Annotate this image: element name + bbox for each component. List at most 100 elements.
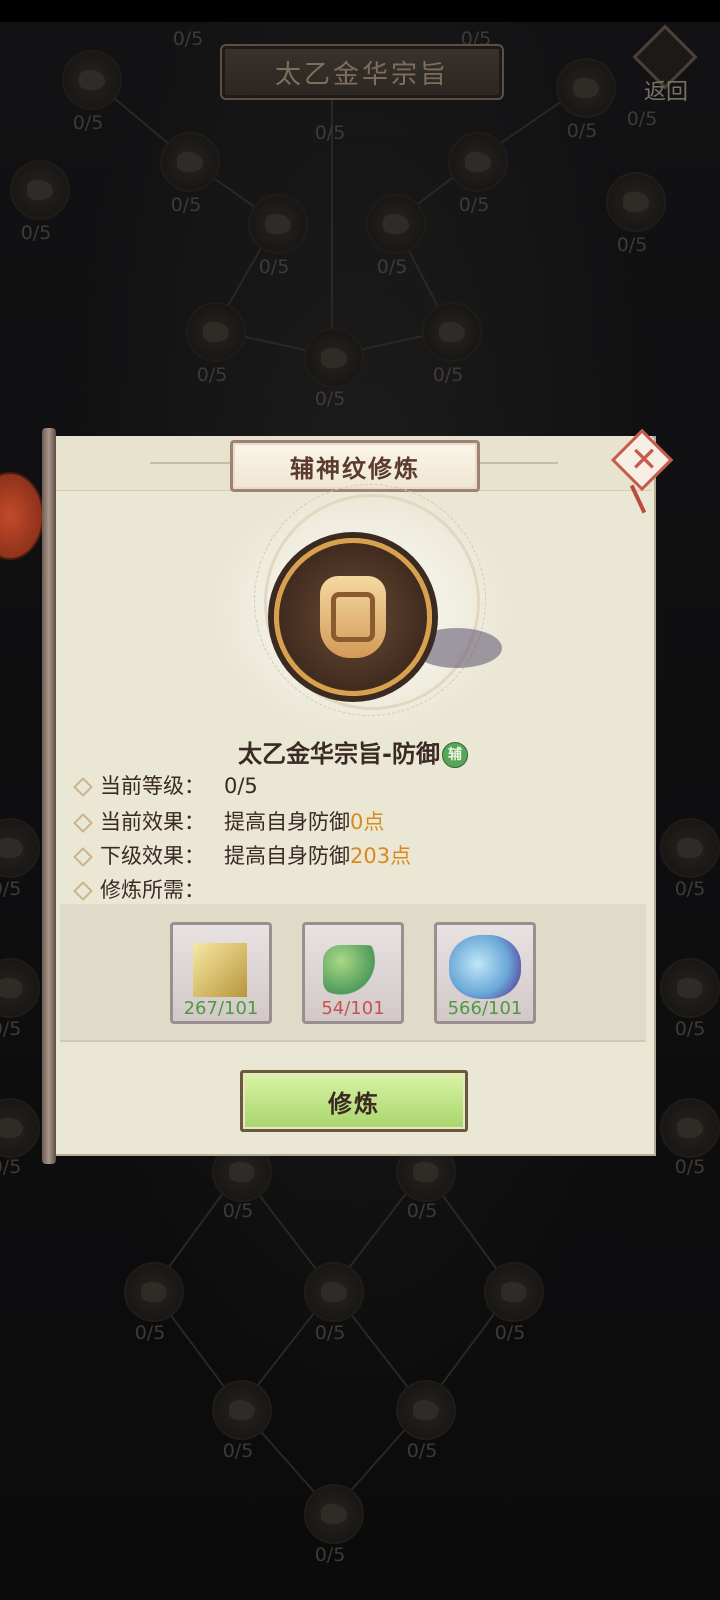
skill-node-icon bbox=[413, 1162, 439, 1182]
requirement-row: 修炼所需： bbox=[73, 874, 224, 904]
back-button[interactable]: 返回 bbox=[632, 24, 702, 105]
header-ornament bbox=[474, 462, 558, 464]
water-spirit-icon bbox=[449, 935, 521, 999]
skill-node[interactable] bbox=[124, 1262, 184, 1322]
skill-node-level: 0/5 bbox=[258, 256, 290, 278]
skill-node-icon bbox=[79, 70, 105, 90]
skill-node-icon bbox=[321, 1504, 347, 1524]
skill-node-icon bbox=[321, 1282, 347, 1302]
skill-node-level: 0/5 bbox=[376, 256, 408, 278]
skill-node-level: 0/5 bbox=[0, 1156, 22, 1178]
skill-node-level: 0/5 bbox=[170, 194, 202, 216]
skill-node[interactable] bbox=[62, 50, 122, 110]
skill-node[interactable] bbox=[304, 1262, 364, 1322]
next-effect-text: 提高自身防御 bbox=[224, 844, 350, 868]
skill-node-level: 0/5 bbox=[458, 194, 490, 216]
skill-node[interactable] bbox=[606, 172, 666, 232]
diamond-bullet-icon bbox=[73, 847, 93, 867]
defense-rune-icon bbox=[274, 538, 432, 696]
skill-node[interactable] bbox=[484, 1262, 544, 1322]
skill-node-icon bbox=[677, 838, 703, 858]
skill-node-level: 0/5 bbox=[222, 1200, 254, 1222]
skill-node-icon bbox=[0, 978, 23, 998]
skill-node-icon bbox=[413, 1400, 439, 1420]
material-count: 267/101 bbox=[183, 998, 259, 1019]
material-count: 54/101 bbox=[321, 998, 385, 1019]
skill-node-level: 0/5 bbox=[0, 878, 22, 900]
skill-node-level: 0/5 bbox=[566, 120, 598, 142]
skill-node[interactable] bbox=[422, 302, 482, 362]
skill-node-level: 0/5 bbox=[494, 1322, 526, 1344]
skill-node-level: 0/5 bbox=[196, 364, 228, 386]
skill-node-level: 0/5 bbox=[674, 1018, 706, 1040]
close-icon: ✕ bbox=[629, 440, 659, 480]
skill-node-icon bbox=[501, 1282, 527, 1302]
current-level-row: 当前等级： 0/5 bbox=[73, 770, 258, 800]
skill-node-level: 0/5 bbox=[0, 1018, 22, 1040]
skill-node[interactable] bbox=[448, 132, 508, 192]
skill-node[interactable] bbox=[660, 818, 720, 878]
skill-node-icon bbox=[265, 214, 291, 234]
skill-node-icon bbox=[177, 152, 203, 172]
skill-node-icon bbox=[321, 348, 347, 368]
skill-node[interactable] bbox=[304, 328, 364, 388]
skill-node[interactable] bbox=[10, 160, 70, 220]
skill-node-icon bbox=[0, 838, 23, 858]
material-slot[interactable]: 566/101 bbox=[434, 922, 536, 1024]
skill-node[interactable] bbox=[660, 1098, 720, 1158]
page-title-plaque: 太乙金华宗旨 bbox=[220, 44, 504, 100]
skill-name: 太乙金华宗旨-防御 bbox=[238, 740, 440, 768]
current-effect-label: 当前效果： bbox=[100, 810, 205, 834]
skill-node-level: 0/5 bbox=[314, 388, 346, 410]
current-effect-value: 0点 bbox=[350, 810, 385, 834]
skill-node-icon bbox=[439, 322, 465, 342]
skill-node-level: 0/5 bbox=[616, 234, 648, 256]
train-button[interactable]: 修炼 bbox=[240, 1070, 468, 1132]
current-level-value: 0/5 bbox=[224, 774, 258, 798]
auxiliary-badge: 辅 bbox=[441, 742, 468, 768]
skill-node-icon bbox=[203, 322, 229, 342]
material-count: 566/101 bbox=[447, 998, 523, 1019]
skill-node[interactable] bbox=[366, 194, 426, 254]
requirement-label: 修炼所需： bbox=[100, 878, 205, 902]
skill-node-level: 0/5 bbox=[432, 364, 464, 386]
skill-node-level: 0/5 bbox=[626, 108, 658, 130]
next-effect-label: 下级效果： bbox=[100, 844, 205, 868]
material-slot[interactable]: 267/101 bbox=[170, 922, 272, 1024]
scroll-rod bbox=[42, 428, 56, 1164]
dialog-title: 辅神纹修炼 bbox=[290, 454, 420, 483]
current-effect-text: 提高自身防御 bbox=[224, 810, 350, 834]
skill-node-level: 0/5 bbox=[134, 1322, 166, 1344]
material-slot[interactable]: 54/101 bbox=[302, 922, 404, 1024]
diamond-bullet-icon bbox=[73, 881, 93, 901]
skill-node-icon bbox=[141, 1282, 167, 1302]
skill-node-level: 0/5 bbox=[172, 28, 204, 50]
skill-node-icon bbox=[465, 152, 491, 172]
material-cost-area: 267/101 54/101 566/101 bbox=[60, 904, 646, 1042]
training-dialog: 辅神纹修炼 ✕ 太乙金华宗旨-防御辅 当前等级： 0/5 当前效果： 提高自身防御0… bbox=[42, 428, 674, 1164]
gold-crystal-icon bbox=[193, 943, 247, 997]
current-level-label: 当前等级： bbox=[100, 774, 205, 798]
skill-node-icon bbox=[383, 214, 409, 234]
skill-node[interactable] bbox=[160, 132, 220, 192]
skill-node[interactable] bbox=[556, 58, 616, 118]
diamond-bullet-icon bbox=[73, 813, 93, 833]
header-ornament bbox=[150, 462, 234, 464]
skill-node[interactable] bbox=[396, 1380, 456, 1440]
jade-branch-icon bbox=[323, 945, 383, 997]
skill-node[interactable] bbox=[660, 958, 720, 1018]
skill-node-level: 0/5 bbox=[406, 1440, 438, 1462]
skill-node-level: 0/5 bbox=[406, 1200, 438, 1222]
skill-node[interactable] bbox=[248, 194, 308, 254]
skill-node-icon bbox=[573, 78, 599, 98]
skill-node-icon bbox=[677, 1118, 703, 1138]
close-button[interactable]: ✕ bbox=[610, 428, 674, 520]
skill-node-level: 0/5 bbox=[72, 112, 104, 134]
rune-glyph bbox=[320, 576, 386, 658]
skill-node[interactable] bbox=[186, 302, 246, 362]
next-effect-row: 下级效果： 提高自身防御203点 bbox=[73, 840, 411, 870]
skill-node[interactable] bbox=[304, 1484, 364, 1544]
skill-node-icon bbox=[229, 1400, 255, 1420]
skill-node-level: 0/5 bbox=[314, 1544, 346, 1566]
skill-node[interactable] bbox=[212, 1380, 272, 1440]
